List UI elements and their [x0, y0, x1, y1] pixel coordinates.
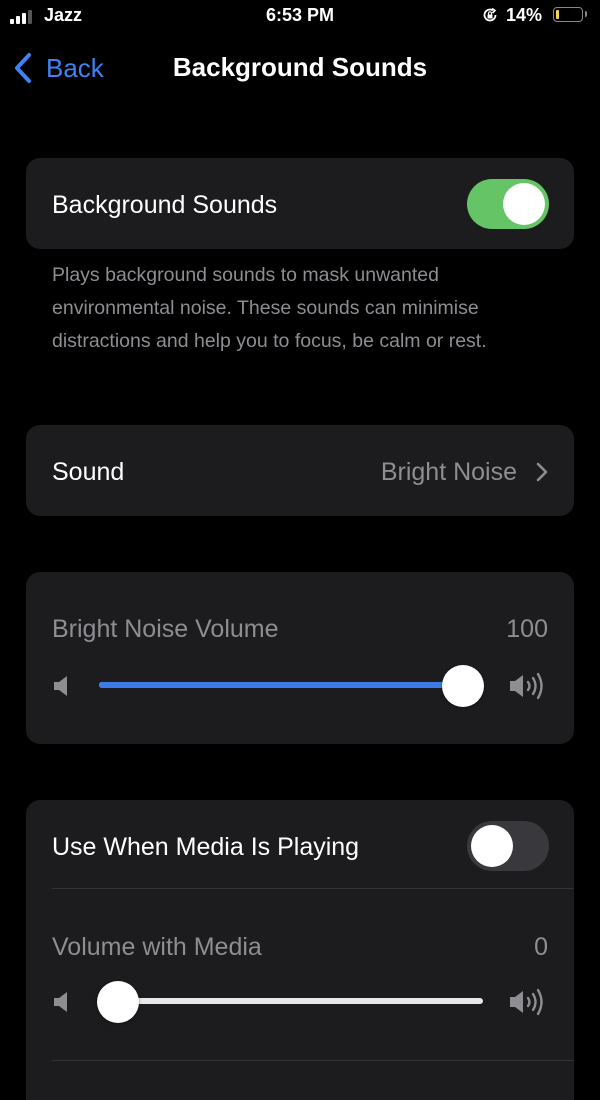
toggle-knob	[503, 183, 545, 225]
battery-level	[556, 10, 559, 19]
sound-label: Sound	[52, 458, 125, 486]
battery-icon	[553, 7, 583, 22]
slider-fill	[99, 682, 463, 688]
background-sounds-toggle[interactable]	[467, 179, 549, 229]
speaker-high-icon	[510, 672, 543, 700]
background-sounds-description: Plays background sounds to mask unwanted…	[52, 264, 487, 352]
speaker-low-icon	[54, 676, 67, 696]
volume-slider[interactable]	[99, 665, 484, 707]
sound-row[interactable]: Sound Bright Noise	[26, 425, 574, 516]
separator	[52, 888, 574, 889]
slider-thumb[interactable]	[442, 665, 484, 707]
background-sounds-label: Background Sounds	[52, 191, 278, 219]
orientation-lock-icon	[483, 7, 497, 22]
media-card: Use When Media Is Playing Volume with Me…	[26, 800, 574, 1100]
volume-card: Bright Noise Volume 100	[26, 572, 574, 744]
page-title: Background Sounds	[172, 52, 428, 82]
volume-with-media-slider[interactable]	[97, 981, 483, 1023]
volume-value: 100	[506, 615, 548, 643]
speaker-high-icon	[510, 988, 543, 1016]
speaker-low-icon	[54, 992, 67, 1012]
toggle-knob	[471, 825, 513, 867]
volume-with-media-value: 0	[534, 933, 548, 961]
sound-value: Bright Noise	[380, 458, 517, 486]
chevron-right-icon	[536, 462, 548, 482]
slider-thumb[interactable]	[97, 981, 139, 1023]
volume-label: Bright Noise Volume	[52, 615, 279, 643]
status-bar: Jazz 6:53 PM 14%	[0, 0, 600, 34]
battery-percentage: 14%	[506, 5, 543, 25]
background-sounds-card: Background Sounds	[26, 158, 574, 249]
volume-with-media-label: Volume with Media	[52, 933, 262, 961]
use-when-media-playing-label: Use When Media Is Playing	[52, 833, 360, 861]
slider-track	[118, 998, 483, 1004]
use-when-media-playing-toggle[interactable]	[467, 821, 549, 871]
separator	[52, 1060, 574, 1061]
